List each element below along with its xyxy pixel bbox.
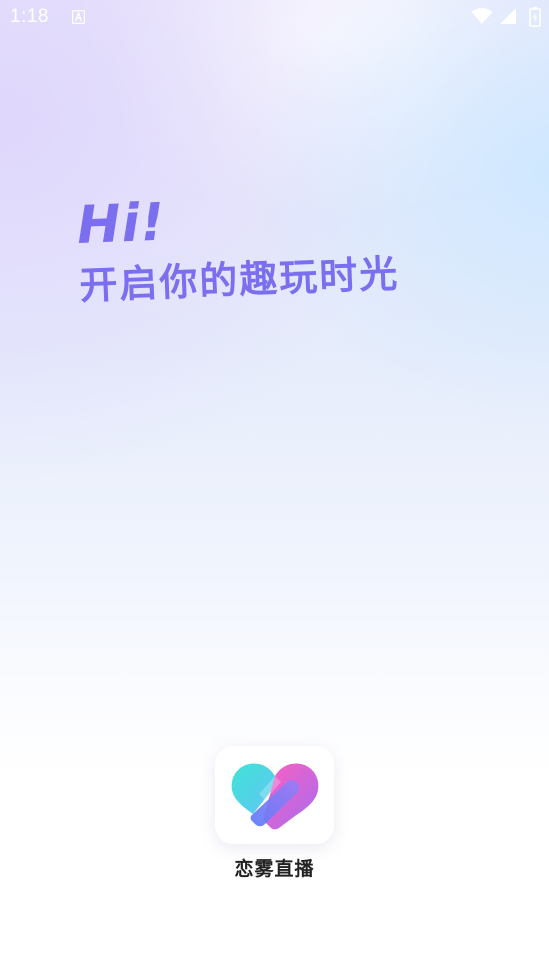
wifi-icon [471,8,493,24]
signal-icon [500,8,516,24]
status-bar: 1:18 [0,0,549,36]
app-name: 恋雾直播 [234,858,315,880]
status-time: 1:18 [10,6,49,27]
heart-logo-icon [231,763,319,830]
app-logo [215,746,334,844]
hero-banner: Hi! 开启你的趣玩时光 [76,184,400,310]
greeting-text: Hi! [76,192,167,256]
battery-icon [529,7,541,27]
slogan-text: 开启你的趣玩时光 [78,251,401,308]
a-letter-icon [72,10,85,24]
